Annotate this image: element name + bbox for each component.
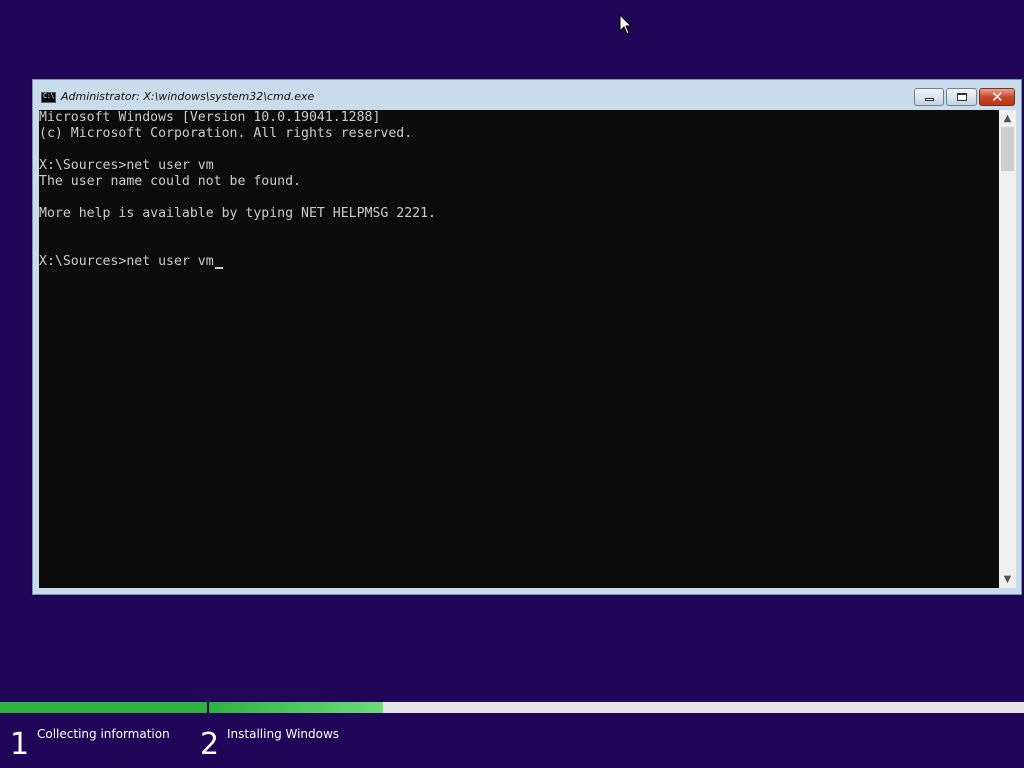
mouse-pointer-icon: [619, 14, 633, 35]
cmd-window[interactable]: C:\ Administrator: X:\windows\system32\c…: [32, 79, 1022, 595]
text-cursor: [215, 267, 223, 269]
console-output[interactable]: Microsoft Windows [Version 10.0.19041.12…: [39, 110, 999, 588]
window-titlebar[interactable]: C:\ Administrator: X:\windows\system32\c…: [33, 80, 1021, 109]
console-line: Microsoft Windows [Version 10.0.19041.12…: [39, 110, 381, 125]
vertical-scrollbar[interactable]: ▲ ▼: [999, 110, 1016, 588]
scroll-up-arrow-icon[interactable]: ▲: [999, 110, 1016, 127]
step2-progress-fill: [209, 702, 383, 713]
step1-progress-fill: [0, 702, 207, 713]
minimize-button[interactable]: [914, 88, 944, 106]
step2-label: Installing Windows: [227, 727, 340, 741]
console-prompt-line[interactable]: X:\Sources>net user vm: [39, 254, 214, 270]
window-title: Administrator: X:\windows\system32\cmd.e…: [61, 90, 315, 103]
scroll-thumb[interactable]: [1001, 127, 1014, 171]
console-line: (c) Microsoft Corporation. All rights re…: [39, 126, 413, 141]
maximize-icon: [957, 93, 967, 101]
console-line: The user name could not be found.: [39, 174, 302, 189]
step2-number: 2: [200, 727, 220, 762]
step1-number: 1: [10, 727, 30, 762]
close-button[interactable]: ✕: [979, 88, 1015, 106]
cmd-app-icon-label: C:\: [43, 92, 55, 100]
maximize-button[interactable]: [946, 88, 977, 106]
step1-label: Collecting information: [37, 727, 170, 741]
close-icon: ✕: [991, 88, 1004, 106]
cmd-app-icon: C:\: [41, 92, 56, 103]
scroll-down-arrow-icon[interactable]: ▼: [999, 571, 1016, 588]
console-line: X:\Sources>net user vm: [39, 158, 214, 173]
minimize-icon: [925, 98, 934, 101]
console-line: More help is available by typing NET HEL…: [39, 206, 436, 221]
